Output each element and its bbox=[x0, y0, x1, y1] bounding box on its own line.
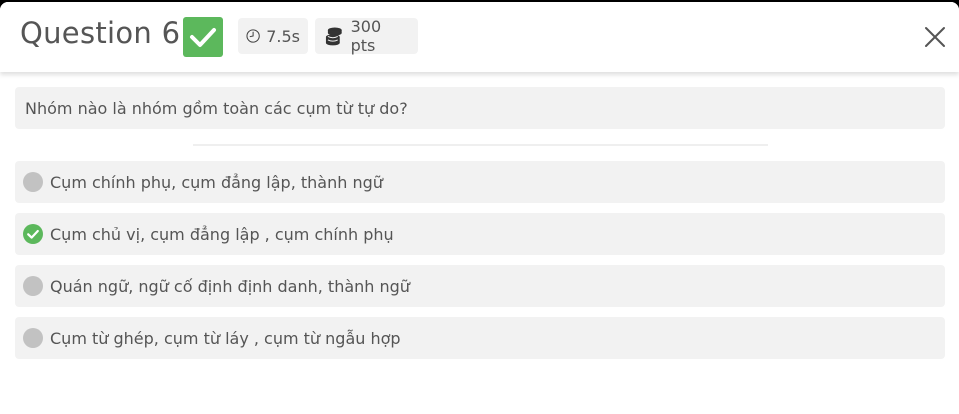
answer-option-4[interactable]: Cụm từ ghép, cụm từ láy , cụm từ ngẫu hợ… bbox=[15, 317, 945, 359]
answer-option-label: Cụm từ ghép, cụm từ láy , cụm từ ngẫu hợ… bbox=[50, 328, 401, 348]
close-icon bbox=[925, 27, 945, 47]
unselected-dot-icon bbox=[23, 172, 43, 192]
answer-option-1[interactable]: Cụm chính phụ, cụm đẳng lập, thành ngữ bbox=[15, 161, 945, 203]
question-title: Question 6 bbox=[20, 16, 181, 50]
timer-value: 7.5s bbox=[266, 26, 300, 46]
correct-status-badge bbox=[183, 17, 223, 57]
question-header: Question 6 7.5s 300 pts bbox=[0, 2, 959, 72]
answer-option-label: Quán ngữ, ngữ cố định định danh, thành n… bbox=[50, 276, 410, 296]
question-text: Nhóm nào là nhóm gồm toàn các cụm từ tự … bbox=[25, 98, 408, 118]
quiz-panel: Question 6 7.5s 300 pts Nhóm nào là nhóm… bbox=[0, 2, 959, 414]
divider bbox=[193, 144, 768, 146]
answer-option-label: Cụm chính phụ, cụm đẳng lập, thành ngữ bbox=[50, 172, 383, 192]
answer-option-3[interactable]: Quán ngữ, ngữ cố định định danh, thành n… bbox=[15, 265, 945, 307]
answer-option-2[interactable]: Cụm chủ vị, cụm đẳng lập , cụm chính phụ bbox=[15, 213, 945, 255]
coins-icon bbox=[325, 27, 342, 46]
question-text-box: Nhóm nào là nhóm gồm toàn các cụm từ tự … bbox=[15, 87, 945, 129]
check-icon bbox=[190, 28, 216, 47]
unselected-dot-icon bbox=[23, 328, 43, 348]
points-value: 300 pts bbox=[350, 17, 382, 55]
close-button[interactable] bbox=[922, 24, 948, 50]
check-circle-icon bbox=[23, 224, 43, 244]
unselected-dot-icon bbox=[23, 276, 43, 296]
clock-icon bbox=[246, 29, 260, 43]
points-chip: 300 pts bbox=[315, 17, 418, 55]
answer-option-label: Cụm chủ vị, cụm đẳng lập , cụm chính phụ bbox=[50, 224, 394, 244]
timer-chip: 7.5s bbox=[238, 18, 308, 54]
